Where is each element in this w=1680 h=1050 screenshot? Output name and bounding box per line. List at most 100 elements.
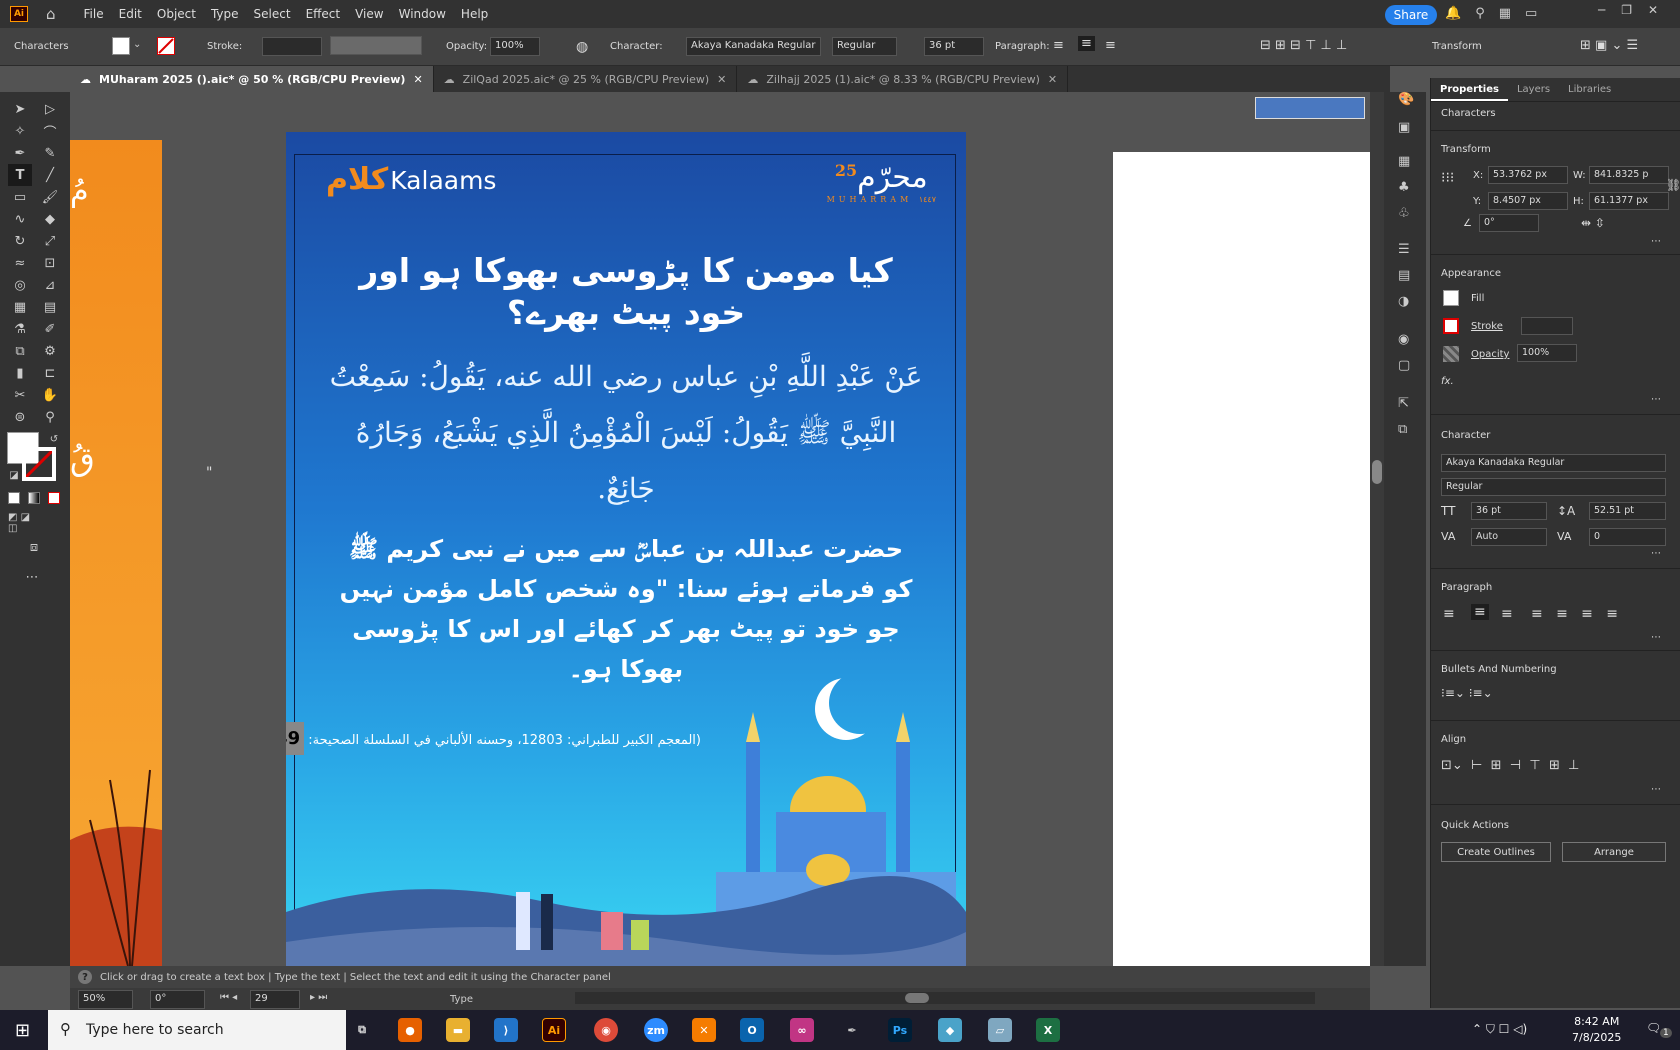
screen-mode-icon[interactable]: ⧈ <box>22 536 46 558</box>
more-options-icon[interactable]: ⋯ <box>1651 632 1661 643</box>
color-mode-icon[interactable] <box>8 492 20 504</box>
more-options-icon[interactable]: ⋯ <box>1651 236 1661 247</box>
x-input[interactable]: 53.3762 px <box>1488 166 1568 184</box>
perspective-icon[interactable]: ⊿ <box>38 274 62 296</box>
scroll-thumb[interactable] <box>905 993 929 1003</box>
search-icon[interactable]: ⚲ <box>1475 6 1485 21</box>
menu-type[interactable]: Type <box>211 7 239 21</box>
draw-normal-icon[interactable]: ◩ ◪ ◫ <box>8 512 32 534</box>
artboards-icon[interactable]: ⧉ <box>1398 422 1407 437</box>
font-family-select[interactable]: Akaya Kanadaka Regular <box>1441 454 1666 472</box>
h-input[interactable]: 61.1377 px <box>1589 192 1669 210</box>
workspace-icon[interactable]: ▦ <box>1499 6 1511 21</box>
excel-icon[interactable]: X <box>1036 1018 1060 1042</box>
empty-artboard[interactable] <box>1113 152 1370 966</box>
outlook-icon[interactable]: O <box>740 1018 764 1042</box>
more-options-icon[interactable]: ⋯ <box>1651 548 1661 559</box>
arabic-hadith[interactable]: عَنْ عَبْدِ اللَّهِ بْنِ عباس رضي الله ع… <box>326 349 926 517</box>
canvas[interactable]: مُ قُ " کلامKalaams محرّم25 MUHARRAM ١٤٤… <box>70 92 1370 966</box>
paintbrush-icon[interactable]: 🖌 <box>38 186 62 208</box>
taskbar-search[interactable]: ⚲ Type here to search <box>48 1010 346 1050</box>
zoom-select[interactable]: 50% <box>78 990 133 1009</box>
brushes-icon[interactable]: ♣ <box>1398 180 1410 195</box>
tab-zilhajj[interactable]: ☁ Zilhajj 2025 (1).aic* @ 8.33 % (RGB/CP… <box>737 66 1069 92</box>
close-icon[interactable]: ✕ <box>1648 3 1658 17</box>
vscode-icon[interactable]: ⟩ <box>494 1018 518 1042</box>
firefox-icon[interactable]: ● <box>398 1018 422 1042</box>
creative-cloud-icon[interactable]: ∞ <box>790 1018 814 1042</box>
reference-point-icon[interactable]: ⁝⁝⁝ <box>1441 170 1454 186</box>
main-artboard[interactable]: کلامKalaams محرّم25 MUHARRAM ١٤٤٧ کیا مو… <box>286 132 966 966</box>
menu-object[interactable]: Object <box>157 7 196 21</box>
opacity-input[interactable]: 100% <box>490 37 540 56</box>
font-size-input[interactable]: 36 pt <box>1471 502 1547 520</box>
rotate-input[interactable]: 0° <box>1479 214 1539 232</box>
color-panel-icon[interactable]: 🎨 <box>1398 92 1414 107</box>
stroke-panel-icon[interactable]: ☰ <box>1398 242 1410 257</box>
arrange-button[interactable]: Arrange <box>1562 842 1666 862</box>
font-style-select[interactable]: Regular <box>832 37 897 56</box>
hadith-reference[interactable]: (المعجم الكبير للطبراني: 12803، وحسنه ال… <box>286 722 701 755</box>
blend-tool-icon[interactable]: ⧉ <box>8 340 32 362</box>
create-outlines-button[interactable]: Create Outlines <box>1441 842 1551 862</box>
graph-tool-icon[interactable]: ▮ <box>8 362 32 384</box>
artboard-tool-icon[interactable]: ⊏ <box>38 362 62 384</box>
close-icon[interactable]: ✕ <box>717 73 726 86</box>
menu-effect[interactable]: Effect <box>306 7 341 21</box>
app-icon[interactable]: ◆ <box>938 1018 962 1042</box>
fill-swatch[interactable] <box>112 37 130 55</box>
pen-tool-icon[interactable]: ✒ <box>8 142 32 164</box>
more-tools-icon[interactable]: ⋯ <box>20 566 44 588</box>
swatches-icon[interactable]: ▦ <box>1398 154 1410 169</box>
fx-icon[interactable]: fx. <box>1441 376 1454 387</box>
rotate-tool-icon[interactable]: ↻ <box>8 230 32 252</box>
share-button[interactable]: Share <box>1385 5 1437 25</box>
tracking-input[interactable]: 0 <box>1589 528 1666 546</box>
zoom-app-icon[interactable]: zm <box>644 1018 668 1042</box>
clock[interactable]: 8:42 AM 7/8/2025 <box>1572 1014 1621 1046</box>
align-left-icon[interactable]: ≡ <box>1443 606 1455 622</box>
menu-edit[interactable]: Edit <box>119 7 142 21</box>
eraser-icon[interactable]: ◆ <box>38 208 62 230</box>
libraries-icon[interactable]: ▣ <box>1398 120 1410 135</box>
shaper-tool-icon[interactable]: ∿ <box>8 208 32 230</box>
stroke-swatch[interactable] <box>157 37 175 55</box>
symbol-sprayer-icon[interactable]: ⚙ <box>38 340 62 362</box>
artboard-number[interactable]: 29 <box>250 990 300 1009</box>
menu-view[interactable]: View <box>355 7 383 21</box>
line-tool-icon[interactable]: ╱ <box>38 164 62 186</box>
bell-icon[interactable]: 🔔 <box>1445 6 1461 21</box>
stroke-swatch[interactable] <box>1443 318 1459 334</box>
w-input[interactable]: 841.8325 p <box>1589 166 1669 184</box>
app-icon[interactable]: ▱ <box>988 1018 1012 1042</box>
tab-layers[interactable]: Layers <box>1508 78 1559 101</box>
minimize-icon[interactable]: ─ <box>1598 3 1605 17</box>
vertical-scrollbar[interactable] <box>1370 92 1384 966</box>
fill-swatch[interactable] <box>1443 290 1459 306</box>
measure-icon[interactable]: ✐ <box>38 318 62 340</box>
scroll-thumb[interactable] <box>1372 460 1382 484</box>
opacity-input[interactable]: 100% <box>1517 344 1577 362</box>
tab-libraries[interactable]: Libraries <box>1559 78 1620 101</box>
artwork-heading[interactable]: کیا مومن کا پڑوسی بھوکا ہو اور خود پیٹ ب… <box>346 250 906 334</box>
curvature-tool-icon[interactable]: ✎ <box>38 142 62 164</box>
export-icon[interactable]: ⇱ <box>1398 396 1409 411</box>
pen-app-icon[interactable]: ✒ <box>840 1018 864 1042</box>
tray-icons[interactable]: ⌃ ⛉ ☐ ◁) <box>1472 1022 1527 1037</box>
artboard-nav-next[interactable]: ▸ ⏭ <box>310 992 327 1003</box>
align-objects-icon[interactable]: ⊟ ⊞ ⊟ ⊤ ⊥ ⊥ <box>1260 38 1347 53</box>
rotation-select[interactable]: 0° <box>150 990 205 1009</box>
default-colors-icon[interactable]: ◪ <box>2 464 26 486</box>
close-icon[interactable]: ✕ <box>1048 73 1057 86</box>
gradient-tool-icon[interactable]: ▤ <box>38 296 62 318</box>
shape-builder-icon[interactable]: ◎ <box>8 274 32 296</box>
flip-icons[interactable]: ⇹ ⇳ <box>1581 216 1605 230</box>
justify-icons[interactable]: ≡ ≡ ≡ ≡ <box>1531 606 1618 622</box>
globe-icon[interactable]: ◍ <box>576 39 588 55</box>
stroke-color-swatch[interactable] <box>22 447 56 481</box>
windows-start-icon[interactable]: ⊞ <box>15 1020 30 1041</box>
font-size-input[interactable]: 36 pt <box>924 37 984 56</box>
photoshop-icon[interactable]: Ps <box>888 1018 912 1042</box>
selected-text[interactable]: 149) <box>286 722 305 755</box>
graphic-styles-icon[interactable]: ▢ <box>1398 358 1410 373</box>
